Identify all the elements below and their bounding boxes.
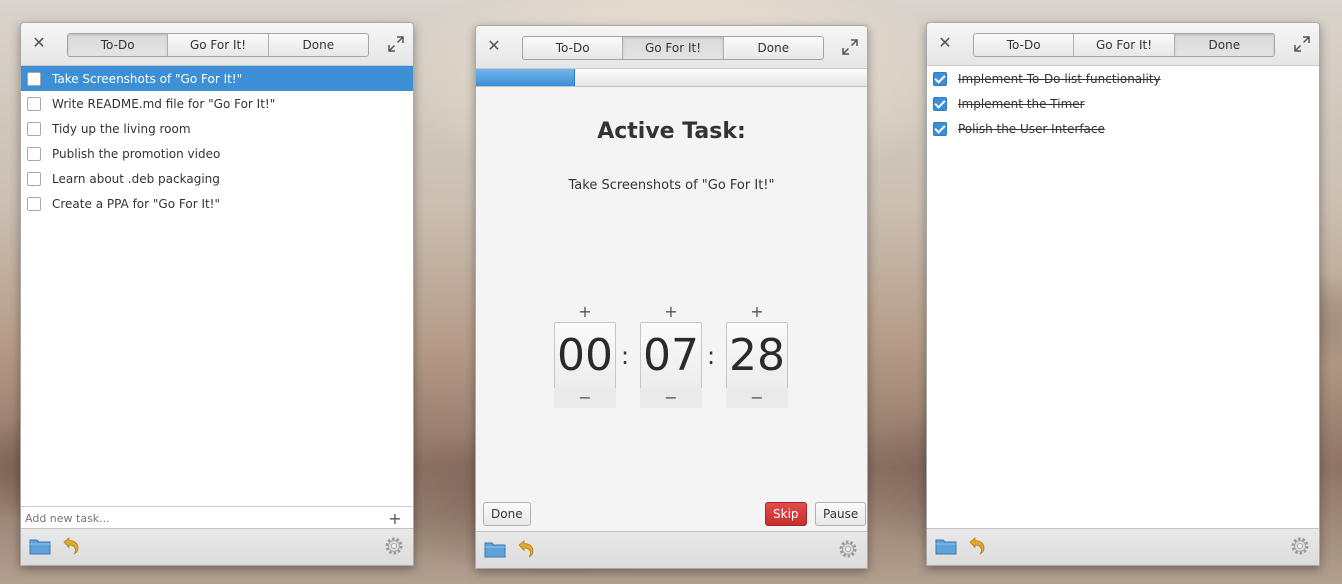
task-checkbox[interactable] xyxy=(27,196,41,211)
minutes-increment-button[interactable]: + xyxy=(640,302,702,321)
tab-todo[interactable]: To-Do xyxy=(523,37,624,59)
todo-list-pane: Take Screenshots of "Go For It!" Write R… xyxy=(21,66,413,529)
done-list-pane: Implement To-Do list functionality Imple… xyxy=(927,66,1319,529)
undo-icon[interactable] xyxy=(516,539,536,559)
task-label: Polish the User Interface xyxy=(958,121,1105,136)
close-icon[interactable]: ✕ xyxy=(937,34,953,52)
task-label: Implement To-Do list functionality xyxy=(958,71,1161,86)
list-item[interactable]: Publish the promotion video xyxy=(21,141,413,166)
view-switcher: To-Do Go For It! Done xyxy=(67,33,369,57)
hours-decrement-button[interactable]: − xyxy=(554,388,616,408)
footer-toolbar xyxy=(21,528,413,565)
footer-toolbar xyxy=(927,528,1319,565)
list-item[interactable]: Implement To-Do list functionality xyxy=(927,66,1319,91)
tab-go-for-it[interactable]: Go For It! xyxy=(168,34,269,56)
add-task-input[interactable] xyxy=(21,507,385,529)
list-item[interactable]: Learn about .deb packaging xyxy=(21,166,413,191)
undo-icon[interactable] xyxy=(967,536,987,556)
seconds-decrement-button[interactable]: − xyxy=(726,388,788,408)
done-button[interactable]: Done xyxy=(483,502,531,526)
tab-todo[interactable]: To-Do xyxy=(68,34,169,56)
maximize-icon[interactable] xyxy=(387,35,405,53)
pause-button[interactable]: Pause xyxy=(815,502,867,526)
countdown-timer: + 00 − : + 07 − : + 28 − xyxy=(554,302,794,412)
active-task-heading: Active Task: xyxy=(597,119,746,144)
list-item[interactable]: Implement the Timer xyxy=(927,91,1319,116)
done-window: ✕ To-Do Go For It! Done Implement To-Do … xyxy=(926,22,1320,566)
task-checkbox-checked[interactable] xyxy=(933,96,947,111)
task-label: Take Screenshots of "Go For It!" xyxy=(52,71,243,86)
task-progress-bar xyxy=(476,69,867,87)
task-label: Learn about .deb packaging xyxy=(52,171,220,186)
seconds-value[interactable]: 28 xyxy=(726,322,788,390)
list-item[interactable]: Take Screenshots of "Go For It!" xyxy=(21,66,413,91)
task-label: Create a PPA for "Go For It!" xyxy=(52,196,221,211)
task-checkbox[interactable] xyxy=(27,146,41,161)
progress-fill xyxy=(476,69,575,86)
view-switcher: To-Do Go For It! Done xyxy=(973,33,1275,57)
gear-icon[interactable] xyxy=(383,535,405,557)
task-checkbox[interactable] xyxy=(27,96,41,111)
minutes-value[interactable]: 07 xyxy=(640,322,702,390)
view-switcher: To-Do Go For It! Done xyxy=(522,36,824,60)
add-task-bar: + xyxy=(21,506,413,529)
list-item[interactable]: Write README.md file for "Go For It!" xyxy=(21,91,413,116)
folder-icon[interactable] xyxy=(29,537,51,555)
task-label: Tidy up the living room xyxy=(52,121,191,136)
time-separator: : xyxy=(706,342,716,370)
task-label: Implement the Timer xyxy=(958,96,1085,111)
task-checkbox[interactable] xyxy=(27,171,41,186)
seconds-spinner: + 28 − xyxy=(726,302,788,412)
close-icon[interactable]: ✕ xyxy=(31,34,47,52)
footer-toolbar xyxy=(476,531,867,568)
task-checkbox[interactable] xyxy=(27,121,41,136)
time-separator: : xyxy=(620,342,630,370)
skip-button[interactable]: Skip xyxy=(765,502,807,526)
add-task-button[interactable]: + xyxy=(385,509,405,528)
hours-increment-button[interactable]: + xyxy=(554,302,616,321)
maximize-icon[interactable] xyxy=(1293,35,1311,53)
seconds-increment-button[interactable]: + xyxy=(726,302,788,321)
done-list: Implement To-Do list functionality Imple… xyxy=(927,66,1319,141)
minutes-spinner: + 07 − xyxy=(640,302,702,412)
titlebar: ✕ To-Do Go For It! Done xyxy=(476,26,867,69)
task-label: Write README.md file for "Go For It!" xyxy=(52,96,276,111)
titlebar: ✕ To-Do Go For It! Done xyxy=(927,23,1319,66)
titlebar: ✕ To-Do Go For It! Done xyxy=(21,23,413,66)
folder-icon[interactable] xyxy=(484,540,506,558)
tab-todo[interactable]: To-Do xyxy=(974,34,1075,56)
gear-icon[interactable] xyxy=(1289,535,1311,557)
tab-go-for-it[interactable]: Go For It! xyxy=(1074,34,1175,56)
timer-pane: Active Task: Take Screenshots of "Go For… xyxy=(476,69,867,532)
tab-go-for-it[interactable]: Go For It! xyxy=(623,37,724,59)
timer-window: ✕ To-Do Go For It! Done Active Task: Tak… xyxy=(475,25,868,569)
task-checkbox[interactable] xyxy=(27,71,41,86)
tab-done[interactable]: Done xyxy=(724,37,823,59)
task-checkbox-checked[interactable] xyxy=(933,71,947,86)
task-checkbox-checked[interactable] xyxy=(933,121,947,136)
undo-icon[interactable] xyxy=(61,536,81,556)
todo-list: Take Screenshots of "Go For It!" Write R… xyxy=(21,66,413,216)
tab-done[interactable]: Done xyxy=(269,34,368,56)
maximize-icon[interactable] xyxy=(841,38,859,56)
minutes-decrement-button[interactable]: − xyxy=(640,388,702,408)
todo-window: ✕ To-Do Go For It! Done Take Screenshots… xyxy=(20,22,414,566)
task-label: Publish the promotion video xyxy=(52,146,221,161)
list-item[interactable]: Tidy up the living room xyxy=(21,116,413,141)
hours-value[interactable]: 00 xyxy=(554,322,616,390)
close-icon[interactable]: ✕ xyxy=(486,37,502,55)
folder-icon[interactable] xyxy=(935,537,957,555)
list-item[interactable]: Polish the User Interface xyxy=(927,116,1319,141)
tab-done[interactable]: Done xyxy=(1174,34,1274,56)
hours-spinner: + 00 − xyxy=(554,302,616,412)
gear-icon[interactable] xyxy=(837,538,859,560)
active-task-label: Take Screenshots of "Go For It!" xyxy=(568,178,775,193)
list-item[interactable]: Create a PPA for "Go For It!" xyxy=(21,191,413,216)
